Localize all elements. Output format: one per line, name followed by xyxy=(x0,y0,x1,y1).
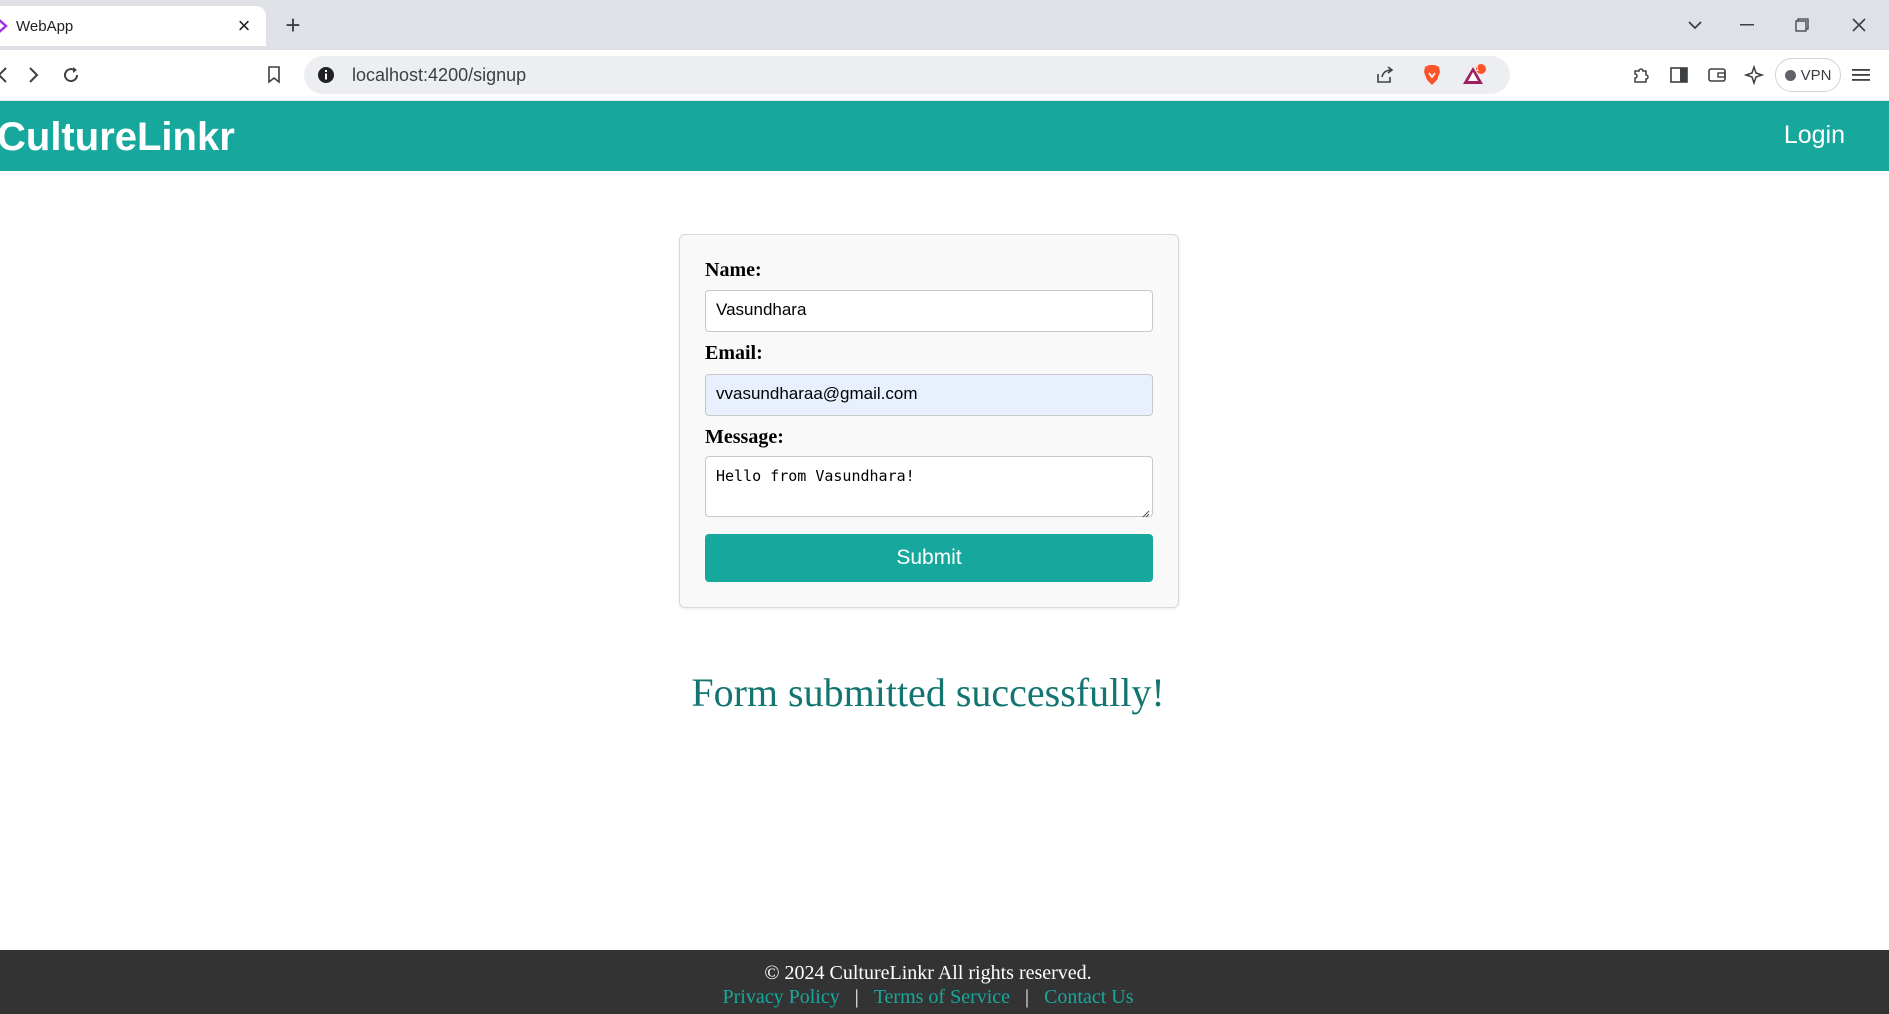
close-window-icon[interactable] xyxy=(1839,8,1879,42)
restore-icon[interactable] xyxy=(1782,8,1822,42)
tab-list-chevron-icon[interactable] xyxy=(1675,8,1715,42)
contact-form-card: Name: Vasundhara Email: vvasundharaa@gma… xyxy=(679,234,1179,608)
email-label: Email: xyxy=(705,342,763,364)
vpn-status-icon xyxy=(1784,69,1796,81)
name-label: Name: xyxy=(705,259,762,281)
message-label: Message: xyxy=(705,426,784,448)
forward-icon[interactable] xyxy=(18,59,50,91)
wallet-icon[interactable] xyxy=(1701,59,1733,91)
bookmark-icon[interactable] xyxy=(258,59,290,91)
share-icon[interactable] xyxy=(1370,61,1400,89)
site-info-icon[interactable] xyxy=(316,65,336,85)
angular-favicon-icon xyxy=(0,17,10,35)
menu-icon[interactable] xyxy=(1845,59,1877,91)
back-icon[interactable] xyxy=(0,59,18,91)
privacy-policy-link[interactable]: Privacy Policy xyxy=(722,986,839,1008)
minimize-icon[interactable] xyxy=(1727,8,1767,42)
tab-title: WebApp xyxy=(16,17,74,35)
reload-icon[interactable] xyxy=(55,59,87,91)
terms-of-service-link[interactable]: Terms of Service xyxy=(874,986,1010,1008)
rewards-badge-count: 1 xyxy=(1475,64,1480,73)
address-bar[interactable]: localhost:4200/signup 1 xyxy=(304,56,1510,94)
submit-button[interactable]: Submit xyxy=(705,534,1153,582)
footer-copyright: © 2024 CultureLinkr All rights reserved. xyxy=(764,962,1092,984)
footer-links: Privacy Policy | Terms of Service | Contact … xyxy=(0,986,1856,1009)
new-tab-button[interactable]: + xyxy=(278,10,308,40)
login-link[interactable]: Login xyxy=(1784,121,1845,150)
leo-ai-icon[interactable] xyxy=(1738,59,1770,91)
email-input[interactable]: vvasundharaa@gmail.com xyxy=(705,374,1153,416)
site-footer: © 2024 CultureLinkr All rights reserved.… xyxy=(0,950,1889,1014)
success-message: Form submitted successfully! xyxy=(691,670,1165,715)
name-input[interactable]: Vasundhara xyxy=(705,290,1153,332)
brand-logo-text[interactable]: CultureLinkr xyxy=(0,115,235,160)
brave-rewards-icon[interactable]: 1 xyxy=(1459,61,1489,89)
brave-shield-icon[interactable] xyxy=(1417,61,1447,89)
browser-toolbar: localhost:4200/signup 1 VPN xyxy=(0,50,1889,101)
site-header: CultureLinkr Login xyxy=(0,101,1889,171)
url-text: localhost:4200/signup xyxy=(352,65,527,85)
footer-separator: | xyxy=(1025,986,1030,1008)
extensions-icon[interactable] xyxy=(1625,59,1657,91)
contact-us-link[interactable]: Contact Us xyxy=(1044,986,1133,1008)
vpn-button[interactable]: VPN xyxy=(1775,58,1841,92)
browser-tab-strip: WebApp × + xyxy=(0,0,1889,50)
footer-separator: | xyxy=(854,986,859,1008)
message-text: Hello from Vasundhara! xyxy=(716,467,915,485)
tab-close-icon[interactable]: × xyxy=(230,12,258,40)
resize-grip-icon[interactable] xyxy=(1140,504,1150,518)
browser-tab[interactable]: WebApp × xyxy=(0,6,266,46)
sidebar-icon[interactable] xyxy=(1663,59,1695,91)
message-textarea[interactable]: Hello from Vasundhara! xyxy=(705,456,1153,518)
vpn-label: VPN xyxy=(1800,66,1832,84)
